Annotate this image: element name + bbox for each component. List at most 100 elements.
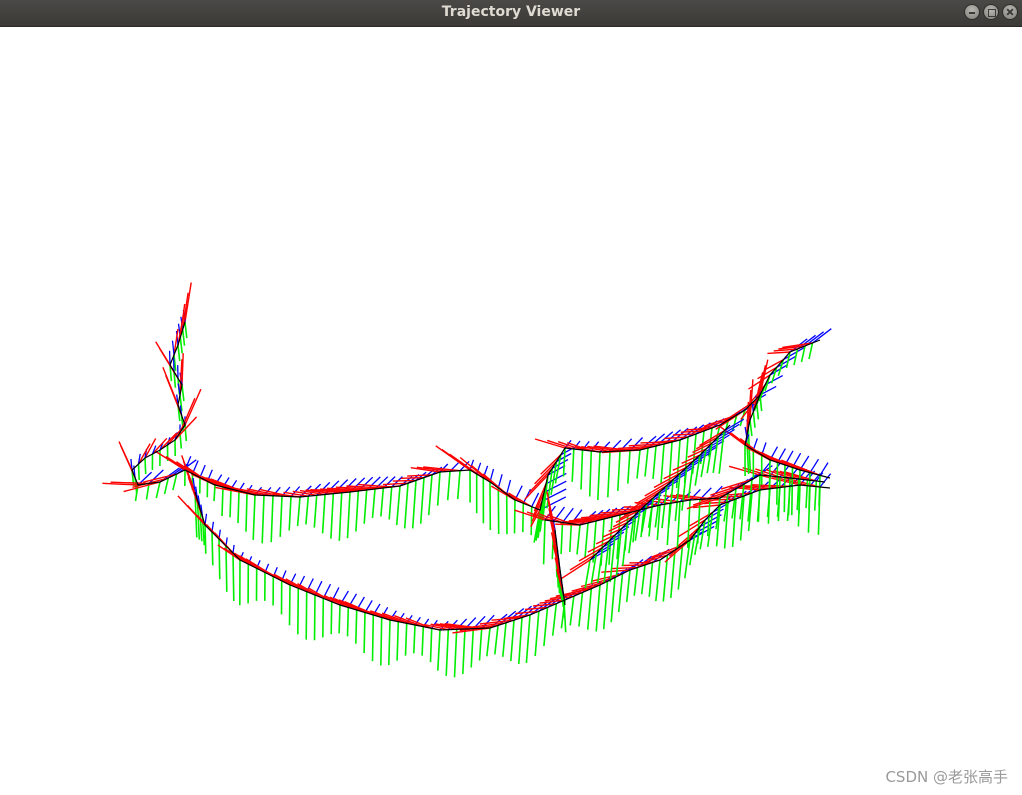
y-axis-line (576, 524, 581, 555)
y-axis-line (429, 628, 433, 663)
maximize-icon[interactable] (983, 4, 999, 20)
y-axis-line (610, 577, 616, 623)
y-axis-line (229, 488, 232, 518)
y-axis-line (470, 628, 475, 668)
y-axis-line (437, 629, 441, 671)
y-axis-line (396, 621, 400, 661)
x-axis-line (459, 456, 491, 483)
pose-axes (102, 282, 832, 678)
y-axis-line (346, 491, 351, 539)
x-axis-line (561, 559, 591, 579)
y-axis-line (380, 617, 383, 666)
y-axis-line (602, 581, 609, 630)
y-axis-line (371, 614, 375, 662)
y-axis-line (388, 486, 393, 520)
y-axis-line (355, 609, 358, 644)
y-axis-line (494, 625, 499, 655)
y-axis-line (313, 495, 318, 528)
y-axis-line (640, 564, 646, 595)
y-axis-line (155, 481, 161, 499)
y-axis-line (571, 448, 575, 482)
y-axis-line (232, 552, 235, 602)
y-axis-line (144, 457, 147, 475)
y-axis-line (525, 614, 531, 663)
y-axis-line (699, 519, 706, 550)
y-axis-line (805, 479, 809, 509)
y-axis-line (787, 477, 791, 516)
y-axis-line (542, 519, 546, 565)
z-axis-line (497, 474, 503, 489)
z-axis-line (177, 383, 181, 396)
y-axis-line (808, 472, 811, 510)
y-axis-line (752, 411, 756, 428)
y-axis-line (330, 601, 333, 635)
trajectory-plot[interactable] (0, 27, 1022, 795)
y-axis-line (456, 470, 461, 500)
y-axis-line (211, 531, 214, 566)
y-axis-line (462, 628, 466, 675)
y-axis-line (252, 494, 256, 540)
y-axis-line (510, 620, 515, 662)
y-axis-line (338, 492, 343, 541)
y-axis-line (419, 477, 425, 524)
y-axis-line (534, 611, 540, 657)
y-axis-line (413, 624, 416, 654)
x-axis-line (181, 353, 184, 386)
y-axis-line (404, 623, 408, 656)
y-axis-line (338, 604, 341, 634)
y-axis-line (569, 596, 575, 626)
y-axis-line (403, 483, 409, 529)
y-axis-line (395, 485, 401, 526)
y-axis-line (288, 496, 292, 531)
trajectory-segment (184, 339, 821, 511)
y-axis-line (595, 584, 601, 632)
x-axis-line (767, 351, 791, 355)
close-icon[interactable] (1002, 4, 1018, 20)
y-axis-line (436, 471, 441, 506)
viewer-canvas[interactable]: CSDN @老张高手 (0, 27, 1022, 795)
window-title: Trajectory Viewer (441, 4, 581, 20)
trajectory-path (131, 321, 831, 631)
y-axis-line (551, 603, 558, 636)
x-axis-line (184, 282, 192, 323)
title-bar[interactable]: Trajectory Viewer (0, 0, 1022, 27)
y-axis-line (513, 499, 516, 534)
y-axis-line (279, 496, 283, 537)
y-axis-line (586, 588, 593, 630)
y-axis-line (768, 459, 771, 496)
y-axis-line (660, 443, 665, 484)
y-axis-line (655, 559, 661, 602)
y-axis-line (560, 522, 564, 555)
y-axis-line (478, 628, 483, 661)
y-axis-line (578, 592, 584, 627)
x-axis-line (184, 388, 202, 426)
y-axis-line (363, 612, 366, 654)
y-axis-line (644, 447, 649, 477)
y-axis-line (808, 342, 814, 360)
y-axis-line (518, 617, 523, 664)
y-axis-line (177, 344, 181, 362)
y-axis-line (652, 445, 657, 479)
y-axis-line (355, 490, 360, 532)
y-axis-line (783, 464, 786, 513)
y-axis-line (569, 523, 573, 552)
y-axis-line (486, 627, 491, 657)
y-axis-line (597, 451, 601, 501)
y-axis-line (261, 495, 265, 544)
y-axis-line (221, 486, 224, 517)
z-axis-line (232, 544, 235, 554)
y-axis-line (617, 573, 624, 613)
z-axis-line (819, 462, 829, 476)
y-axis-line (363, 489, 368, 524)
y-axis-line (204, 524, 207, 554)
minimize-icon[interactable] (964, 4, 980, 20)
y-axis-line (172, 473, 178, 491)
y-axis-line (543, 607, 549, 647)
y-axis-line (163, 477, 170, 495)
y-axis-line (446, 471, 451, 501)
y-axis-line (791, 467, 794, 516)
y-axis-line (427, 474, 433, 516)
y-axis-line (313, 594, 316, 641)
y-axis-line (322, 598, 325, 638)
y-axis-line (181, 329, 186, 346)
